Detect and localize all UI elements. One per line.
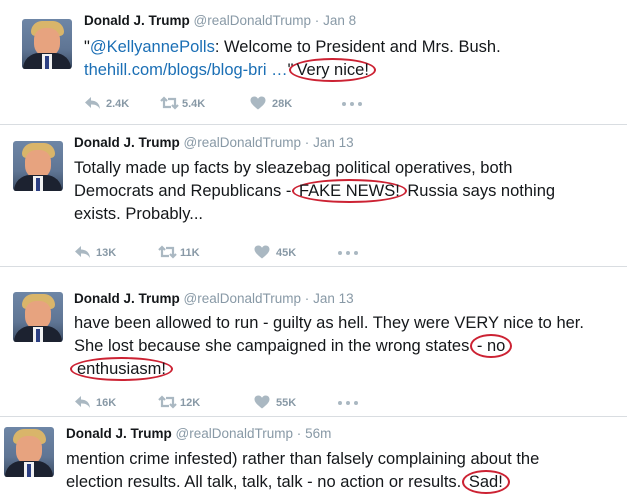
heart-icon [254, 245, 270, 259]
tweet-actions: 13K 11K 45K [74, 243, 374, 263]
avatar[interactable] [13, 141, 63, 191]
retweet-icon [158, 245, 177, 259]
tweet-text: "@KellyannePolls: Welcome to President a… [84, 36, 501, 82]
timestamp[interactable]: Jan 13 [313, 291, 354, 306]
reply-icon [85, 97, 100, 109]
reply-icon [75, 396, 90, 408]
tweet-line: "@KellyannePolls: Welcome to President a… [84, 36, 501, 59]
circled-text: - no [469, 334, 513, 358]
tweet-line: election results. All talk, talk, talk -… [66, 470, 539, 494]
tweet-header: Donald J. Trump @realDonaldTrump · Jan 8 [84, 12, 356, 30]
author-handle[interactable]: @realDonaldTrump [184, 291, 302, 306]
timestamp[interactable]: 56m [305, 426, 331, 441]
circled-text: Very nice! [289, 58, 376, 82]
circled-text: Sad! [461, 470, 510, 494]
author-handle[interactable]: @realDonaldTrump [176, 426, 294, 441]
text-span: election results. All talk, talk, talk -… [66, 473, 466, 491]
tweet-text: have been allowed to run - guilty as hel… [70, 312, 584, 381]
circled-text: enthusiasm! [70, 357, 173, 381]
text-span: Russia says nothing [402, 182, 556, 200]
text-span: : Welcome to President and Mrs. Bush. [214, 38, 501, 56]
like-count: 45K [276, 247, 297, 259]
author-handle[interactable]: @realDonaldTrump [184, 135, 302, 150]
tweet-line: She lost because she campaigned in the w… [74, 334, 584, 358]
tweet-line: Democrats and Republicans - FAKE NEWS! R… [74, 179, 556, 203]
tweet-header: Donald J. Trump @realDonaldTrump · 56m [66, 425, 331, 443]
author-name[interactable]: Donald J. Trump [74, 135, 180, 150]
reply-icon [75, 246, 90, 258]
retweet-count: 5.4K [182, 98, 206, 110]
retweet-count: 11K [180, 247, 200, 259]
timestamp[interactable]: Jan 13 [313, 135, 354, 150]
tweet-line: have been allowed to run - guilty as hel… [74, 314, 584, 332]
retweet-count: 12K [180, 397, 201, 409]
separator-dot: · [304, 135, 310, 150]
tweet-2[interactable]: Donald J. Trump @realDonaldTrump · Jan 1… [0, 125, 627, 265]
avatar[interactable] [22, 19, 72, 69]
author-name[interactable]: Donald J. Trump [66, 426, 172, 441]
tweet-line: exists. Probably... [74, 205, 203, 223]
retweet-icon [160, 96, 179, 110]
author-name[interactable]: Donald J. Trump [84, 13, 190, 28]
tweet-actions: 2.4K 5.4K 28K [84, 94, 384, 114]
author-name[interactable]: Donald J. Trump [74, 291, 180, 306]
reply-count: 2.4K [106, 98, 130, 110]
heart-icon [254, 395, 270, 409]
tweet-header: Donald J. Trump @realDonaldTrump · Jan 1… [74, 290, 354, 308]
reply-count: 13K [96, 247, 117, 259]
tweet-line: enthusiasm! [70, 357, 584, 381]
avatar[interactable] [13, 292, 63, 342]
text-span: Democrats and Republicans - [74, 182, 296, 200]
tweet-line: Totally made up facts by sleazebag polit… [74, 159, 513, 177]
separator-dot: · [314, 13, 320, 28]
separator-dot: · [296, 426, 302, 441]
text-span: She lost because she campaigned in the w… [74, 337, 474, 355]
reply-count: 16K [96, 397, 117, 409]
avatar[interactable] [4, 427, 54, 477]
tweet-line: mention crime infested) rather than fals… [66, 450, 540, 468]
tweet-4[interactable]: Donald J. Trump @realDonaldTrump · 56m m… [0, 417, 627, 504]
circled-text: FAKE NEWS! [291, 179, 407, 203]
timestamp[interactable]: Jan 8 [323, 13, 356, 28]
tweet-line: thehill.com/blogs/blog-bri …" Very nice! [84, 58, 501, 82]
more-icon[interactable] [336, 395, 360, 409]
like-count: 28K [272, 98, 293, 110]
tweet-text: Totally made up facts by sleazebag polit… [74, 157, 555, 226]
author-handle[interactable]: @realDonaldTrump [194, 13, 312, 28]
separator-dot: · [304, 291, 310, 306]
tweet-actions: 16K 12K 55K [74, 393, 374, 413]
url-link[interactable]: thehill.com/blogs/blog-bri … [84, 61, 288, 79]
tweet-3[interactable]: Donald J. Trump @realDonaldTrump · Jan 1… [0, 267, 627, 409]
tweet-header: Donald J. Trump @realDonaldTrump · Jan 1… [74, 134, 354, 152]
like-count: 55K [276, 397, 297, 409]
more-icon[interactable] [340, 96, 364, 110]
heart-icon [250, 96, 266, 110]
mention-link[interactable]: @KellyannePolls [90, 38, 215, 56]
retweet-icon [158, 395, 177, 409]
more-icon[interactable] [336, 245, 360, 259]
tweet-text: mention crime infested) rather than fals… [66, 448, 539, 494]
tweet-1[interactable]: Donald J. Trump @realDonaldTrump · Jan 8… [0, 0, 627, 124]
